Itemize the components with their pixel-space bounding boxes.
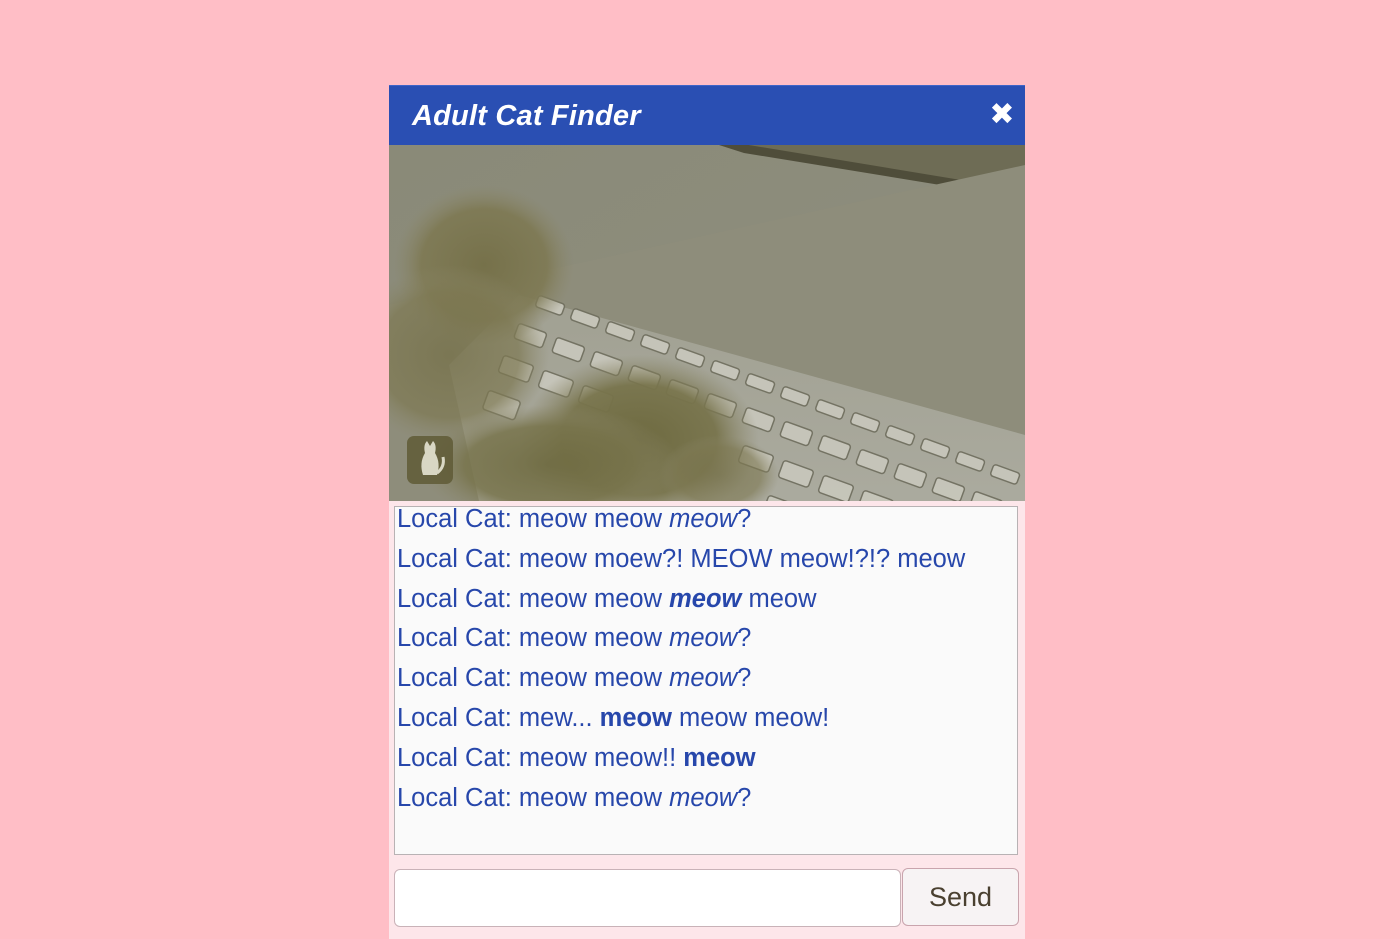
message-text: meow meow (511, 624, 670, 653)
message-sender: Local Cat: (397, 783, 512, 812)
message-sender: Local Cat: (397, 703, 512, 732)
message-sender: Local Cat: (397, 544, 512, 573)
message-text: meow meow (511, 506, 670, 533)
message-text: meow moew?! MEOW meow!?!? meow (511, 544, 966, 573)
message-text: meow (669, 624, 738, 653)
message-text: meow meow (511, 664, 670, 693)
message-text: meow meow (511, 584, 670, 613)
message-text: mew... (511, 703, 600, 732)
message-text: ? (737, 624, 752, 653)
chat-message: Local Cat: meow meow meow? (397, 506, 997, 540)
chat-message: Local Cat: meow meow meow? (397, 779, 997, 819)
message-sender: Local Cat: (397, 624, 512, 653)
message-sender: Local Cat: (397, 743, 512, 772)
message-text: meow (741, 584, 817, 613)
message-sender: Local Cat: (397, 584, 512, 613)
chat-message: Local Cat: meow meow!! meow (397, 739, 997, 779)
cat-badge-icon (407, 436, 453, 484)
video-frame-image (389, 145, 1025, 501)
message-text: meow (669, 584, 742, 613)
message-sender: Local Cat: (397, 506, 512, 533)
message-input[interactable] (394, 869, 901, 927)
message-text: ? (737, 783, 752, 812)
message-text: meow meow! (671, 703, 830, 732)
chat-message: Local Cat: meow meow meow meow (397, 580, 997, 620)
message-text: ? (737, 664, 752, 693)
chat-message: Local Cat: meow moew?! MEOW meow!?!? meo… (397, 540, 997, 580)
title-bar: Adult Cat Finder ✖ (389, 85, 1025, 145)
window-title: Adult Cat Finder (412, 100, 641, 132)
close-icon[interactable]: ✖ (989, 100, 1015, 130)
video-feed (389, 145, 1025, 501)
chat-message: Local Cat: meow meow meow? (397, 619, 997, 659)
chat-message: Local Cat: meow meow meow? (397, 659, 997, 699)
message-text: meow (669, 783, 738, 812)
chat-message: Local Cat: mew... meow meow meow! (397, 699, 997, 739)
message-sender: Local Cat: (397, 664, 512, 693)
message-text: meow meow (511, 783, 670, 812)
message-text: meow (599, 703, 672, 732)
chat-messages: Local Cat: meow meow meow? Local Cat: meo… (397, 506, 997, 819)
message-text: meow (669, 664, 738, 693)
message-text: meow (669, 506, 738, 533)
chat-log[interactable]: Local Cat: meow meow meow? Local Cat: meo… (394, 506, 1018, 855)
message-text: meow (683, 743, 756, 772)
message-text: ? (737, 506, 752, 533)
message-text: meow meow!! (511, 743, 684, 772)
chat-widget: Adult Cat Finder ✖ Local Cat: meow meow … (389, 85, 1025, 939)
send-button[interactable]: Send (902, 868, 1019, 926)
